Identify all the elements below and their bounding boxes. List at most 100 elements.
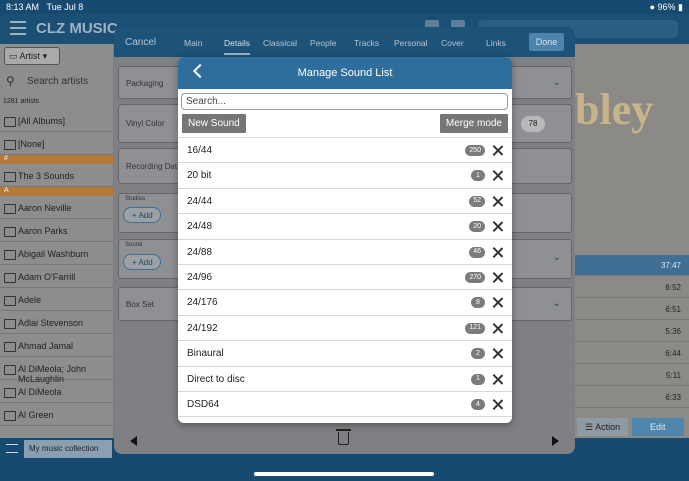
tab-main[interactable]: Main	[184, 38, 202, 48]
previous-arrow-icon[interactable]	[130, 436, 137, 446]
artist-list-item[interactable]: [None]	[0, 132, 113, 155]
artist-list-item[interactable]: Aaron Neville	[0, 196, 113, 219]
dialog-header: Manage Sound List	[178, 57, 512, 89]
artist-filter-button[interactable]: ▭ Artist ▾	[4, 47, 60, 65]
hamburger-menu-icon[interactable]	[10, 21, 26, 35]
sound-list-item[interactable]: 24/176 8	[178, 290, 512, 316]
sound-name: 24/96	[187, 272, 213, 283]
usage-count-badge: 2	[471, 348, 485, 360]
artist-list-pane: ▭ Artist ▾ ⚲ Search artists 1281 artists…	[0, 44, 113, 438]
delete-x-icon[interactable]	[492, 221, 503, 232]
sound-list-item[interactable]: DSD64 4	[178, 392, 512, 418]
artist-list-item[interactable]: Adam O'Farrill	[0, 265, 113, 288]
artist-list-item[interactable]: Abigail Washburn	[0, 242, 113, 265]
sound-list-item[interactable]: 16/44 250	[178, 138, 512, 164]
vinyl-count-badge: 78	[521, 116, 545, 132]
add-sound-button[interactable]: + Add	[123, 254, 161, 270]
usage-count-badge: 52	[469, 195, 485, 207]
sound-name: 24/48	[187, 221, 213, 233]
tab-details[interactable]: Details	[224, 38, 250, 55]
sound-name: 24/88	[187, 246, 213, 258]
sound-name: Direct to disc	[187, 373, 245, 385]
trash-icon[interactable]	[336, 429, 351, 445]
track-row[interactable]: 6:33	[575, 387, 689, 408]
usage-count-badge: 121	[465, 322, 485, 334]
app-title: CLZ MUSIC	[36, 20, 118, 37]
usage-count-badge: 1	[471, 373, 485, 385]
sheet-footer	[114, 426, 575, 454]
status-battery: ● 96% ▮	[649, 2, 683, 12]
delete-x-icon[interactable]	[492, 374, 503, 385]
tab-links[interactable]: Links	[486, 38, 506, 48]
done-button[interactable]: Done	[529, 33, 564, 51]
track-row[interactable]: 6:44	[575, 343, 689, 364]
sheet-header: Cancel Main Details Classical People Tra…	[114, 27, 575, 57]
dialog-title: Manage Sound List	[297, 67, 393, 79]
tab-tracks[interactable]: Tracks	[354, 38, 379, 48]
artist-list-item[interactable]: Adlai Stevenson	[0, 311, 113, 334]
section-header: #	[0, 155, 113, 164]
next-arrow-icon[interactable]	[552, 436, 559, 446]
track-row[interactable]: 5:36	[575, 321, 689, 342]
chevron-down-icon: ▾	[42, 51, 48, 61]
artist-list-item[interactable]: Adele	[0, 288, 113, 311]
artist-list-item[interactable]: Al Green	[0, 403, 113, 426]
usage-count-badge: 8	[471, 297, 485, 309]
track-row[interactable]: 37:47	[575, 255, 689, 276]
section-header: A	[0, 187, 113, 196]
collections-menu-icon[interactable]	[6, 444, 18, 453]
usage-count-badge: 1	[471, 170, 485, 182]
sound-list-item[interactable]: 24/192 121	[178, 316, 512, 342]
delete-x-icon[interactable]	[492, 272, 503, 283]
action-button[interactable]: ☰ Action	[577, 418, 628, 436]
usage-count-badge: 4	[471, 399, 485, 410]
sound-list-item[interactable]: 24/88 46	[178, 240, 512, 265]
delete-x-icon[interactable]	[492, 196, 503, 207]
home-indicator	[254, 472, 434, 476]
delete-x-icon[interactable]	[492, 399, 503, 410]
sound-list-item[interactable]: 24/44 52	[178, 189, 512, 215]
sound-list-item[interactable]: 24/48 20	[178, 214, 512, 240]
chevron-down-icon: ⌄	[552, 77, 561, 88]
artist-list-item[interactable]: Al DiMeola	[0, 380, 113, 403]
delete-x-icon[interactable]	[492, 348, 503, 359]
delete-x-icon[interactable]	[492, 170, 503, 181]
merge-mode-button[interactable]: Merge mode	[439, 114, 508, 133]
sound-list-item[interactable]: 24/96 270	[178, 265, 512, 291]
track-row[interactable]: 5:11	[575, 365, 689, 386]
artist-search[interactable]: ⚲ Search artists	[0, 70, 113, 94]
sound-list-item[interactable]: Direct to disc 1	[178, 367, 512, 392]
artist-list-item[interactable]: [All Albums]	[0, 109, 113, 132]
artist-list-item[interactable]: Ahmad Jamal	[0, 334, 113, 357]
tab-cover[interactable]: Cover	[441, 38, 464, 48]
folder-icon: ▭	[9, 51, 18, 61]
tab-personal[interactable]: Personal	[394, 38, 428, 48]
manage-sound-list-dialog: Manage Sound List New Sound Merge mode 1…	[178, 57, 512, 423]
collection-tab[interactable]: My music collection	[24, 440, 112, 458]
tab-classical[interactable]: Classical	[263, 38, 297, 48]
track-row[interactable]: 6:51	[575, 299, 689, 320]
track-row[interactable]: 6:52	[575, 277, 689, 298]
sound-name: DSD64	[187, 399, 220, 410]
delete-x-icon[interactable]	[492, 247, 503, 258]
usage-count-badge: 20	[469, 221, 485, 233]
delete-x-icon[interactable]	[492, 323, 503, 334]
tab-people[interactable]: People	[310, 38, 336, 48]
delete-x-icon[interactable]	[492, 297, 503, 308]
sound-list-item[interactable]: 20 bit 1	[178, 163, 512, 189]
delete-x-icon[interactable]	[492, 145, 503, 156]
usage-count-badge: 270	[465, 272, 485, 283]
artist-list-item[interactable]: The 3 Sounds	[0, 164, 113, 187]
artist-count: 1281 artists	[3, 98, 40, 105]
artist-list-item[interactable]: Aaron Parks	[0, 219, 113, 242]
add-studio-button[interactable]: + Add	[123, 207, 161, 223]
chevron-down-icon: ⌄	[552, 252, 561, 263]
artist-list-item[interactable]: Al DiMeola; John McLaughlin	[0, 357, 113, 384]
album-art-text: bley	[575, 85, 654, 134]
cancel-button[interactable]: Cancel	[125, 37, 156, 48]
sound-list-item[interactable]: Binaural 2	[178, 341, 512, 367]
list-icon: ☰	[585, 422, 594, 432]
new-sound-button[interactable]: New Sound	[182, 114, 246, 133]
sound-search-input[interactable]	[181, 93, 508, 110]
edit-button[interactable]: Edit	[632, 418, 684, 436]
